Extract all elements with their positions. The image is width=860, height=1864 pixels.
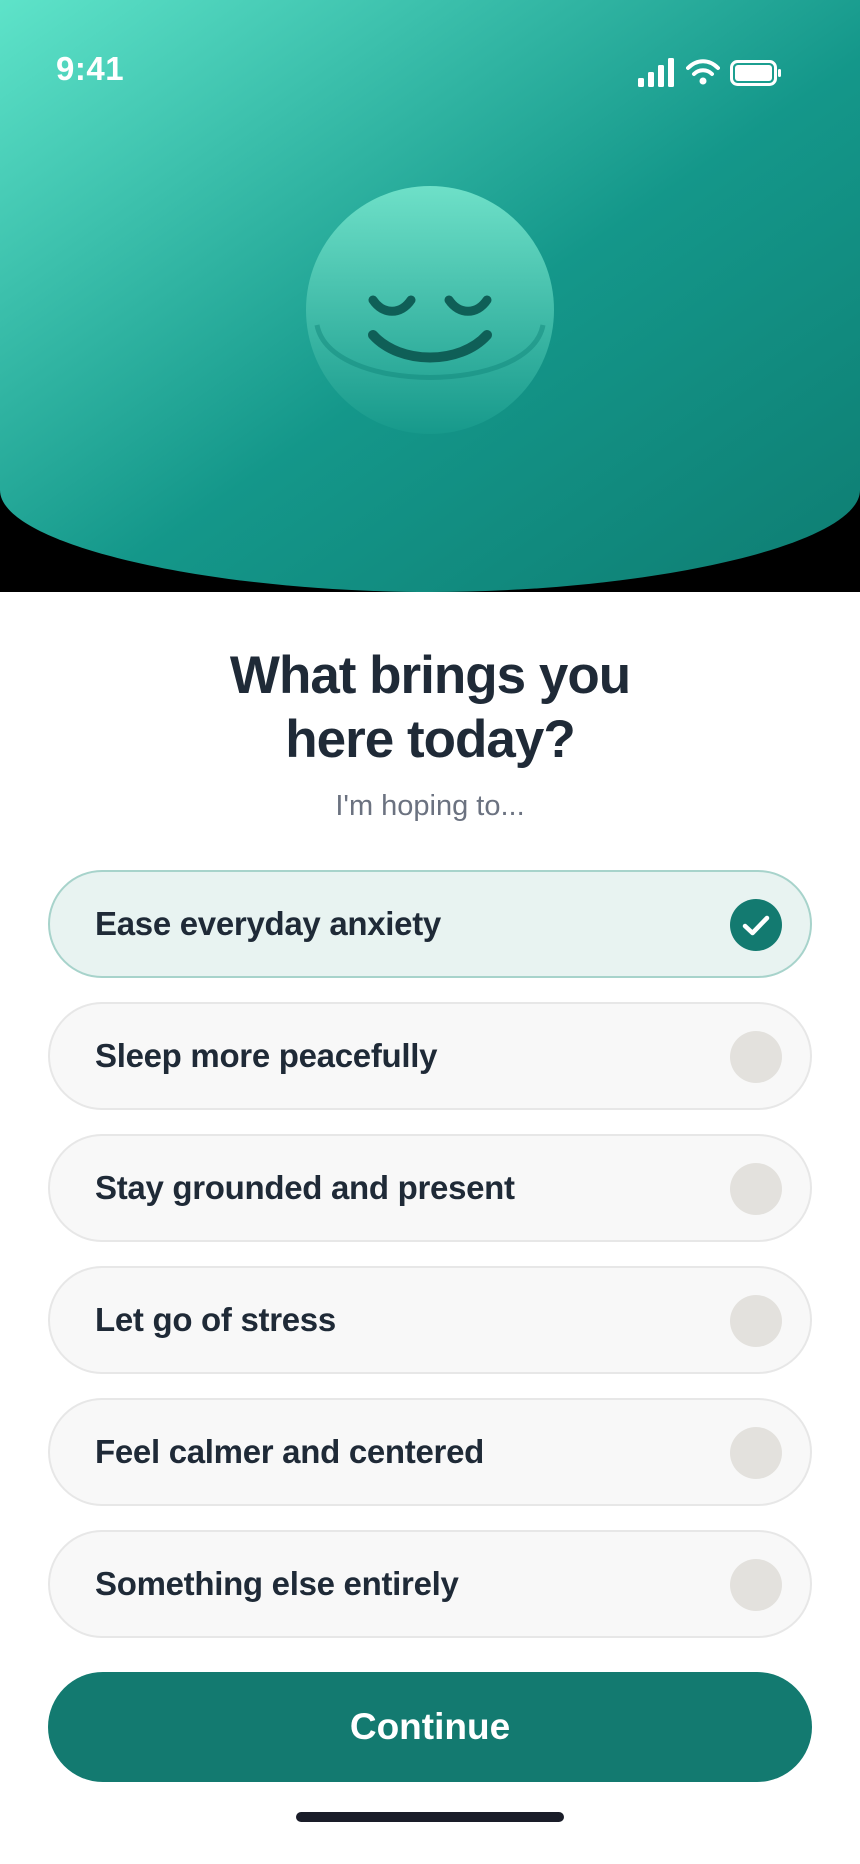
smiling-face-icon	[306, 186, 554, 434]
option-label: Stay grounded and present	[95, 1169, 515, 1206]
page-title: What brings you here today?	[80, 644, 780, 772]
option-label: Something else entirely	[95, 1565, 459, 1602]
radio-icon	[730, 1559, 782, 1611]
status-bar: 9:41	[0, 0, 860, 145]
option-let-go-stress[interactable]: Let go of stress	[48, 1266, 812, 1374]
page-subtitle: I'm hoping to...	[335, 790, 525, 822]
signal-icon	[638, 58, 674, 87]
radio-icon	[730, 1163, 782, 1215]
battery-icon	[730, 60, 781, 86]
option-sleep-peacefully[interactable]: Sleep more peacefully	[48, 1002, 812, 1110]
options-list: Ease everyday anxiety Sleep more peacefu…	[48, 870, 812, 1662]
status-time: 9:41	[56, 50, 125, 87]
option-feel-calmer[interactable]: Feel calmer and centered	[48, 1398, 812, 1506]
title-line-1: What brings you	[229, 646, 631, 705]
wifi-icon	[686, 59, 720, 85]
option-stay-grounded[interactable]: Stay grounded and present	[48, 1134, 812, 1242]
continue-button[interactable]: Continue	[48, 1672, 812, 1782]
option-ease-anxiety[interactable]: Ease everyday anxiety	[48, 870, 812, 978]
radio-icon	[730, 1427, 782, 1479]
title-line-2: here today?	[285, 710, 575, 769]
option-label: Feel calmer and centered	[95, 1433, 484, 1470]
option-label: Ease everyday anxiety	[95, 905, 441, 942]
check-icon	[730, 899, 782, 951]
option-label: Let go of stress	[95, 1301, 336, 1338]
status-icons	[634, 58, 804, 88]
home-indicator	[296, 1812, 564, 1822]
radio-icon	[730, 1031, 782, 1083]
hero-header: 9:41	[0, 0, 860, 592]
option-label: Sleep more peacefully	[95, 1037, 438, 1074]
radio-icon	[730, 1295, 782, 1347]
option-something-else[interactable]: Something else entirely	[48, 1530, 812, 1638]
